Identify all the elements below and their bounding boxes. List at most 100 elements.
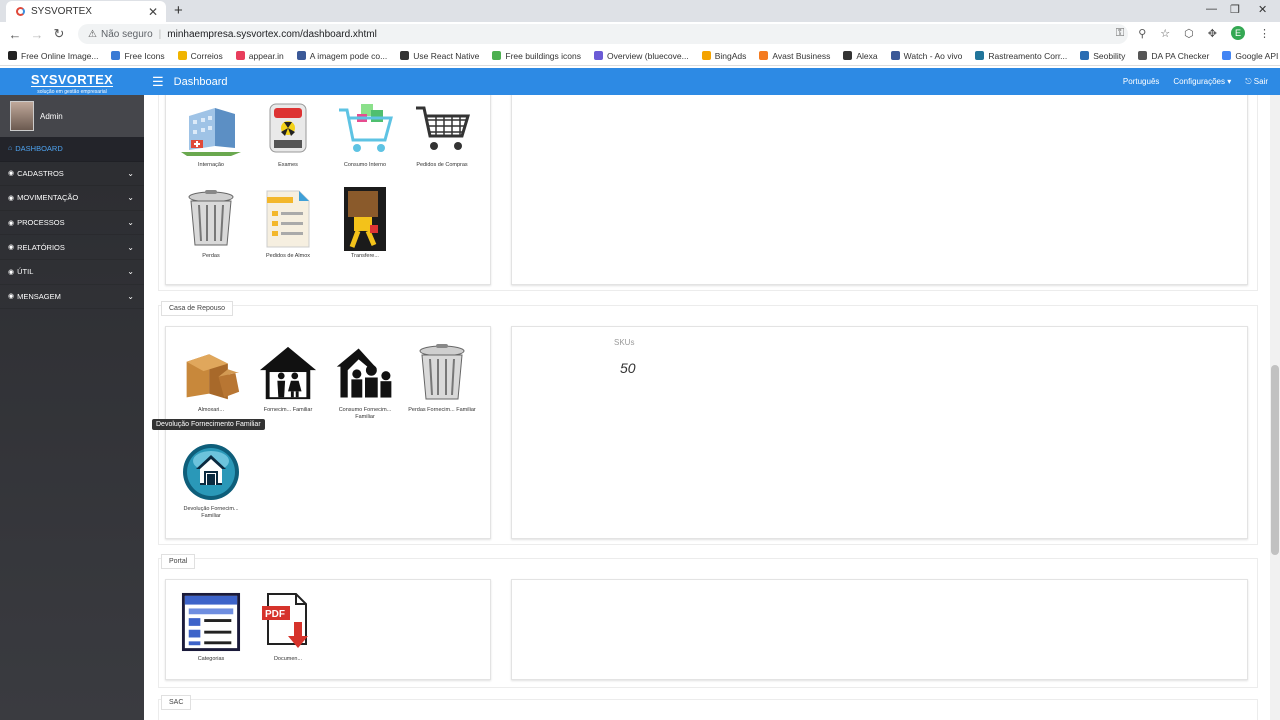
bookmark-item[interactable]: Seobility [1080,51,1125,61]
tile-label: Transfere... [351,253,379,259]
bookmark-item[interactable]: Alexa [843,51,878,61]
favicon-icon [16,7,25,16]
bookmark-label: Watch - Ao vivo [903,50,963,61]
app-logo[interactable]: SYSVORTEX solução em gestão empresarial [0,68,144,95]
trash-can-icon [412,343,472,403]
bookmark-item[interactable]: Overview (bluecove... [594,51,689,61]
more-menu-icon[interactable]: ⋮ [1259,27,1270,40]
kpi-value: 50 [620,360,636,376]
document-icon [258,189,318,249]
user-name: Admin [40,111,63,121]
language-selector[interactable]: Português [1123,77,1159,87]
bookmarks-bar: Free Online Image... Free Icons Correios ap… [0,46,1280,66]
shortcut-tile[interactable]: Perdas Fornecim... Familiar [407,343,477,414]
forward-icon[interactable]: → [26,27,48,42]
sidebar-item-mensagem[interactable]: ◉ MENSAGEM ⌄ [0,285,144,310]
settings-menu[interactable]: Configurações ▾ [1173,77,1231,87]
new-tab-icon[interactable]: + [174,2,183,19]
hospital-icon [181,98,241,158]
sidebar-item-processos[interactable]: ◉ PROCESSOS ⌄ [0,211,144,236]
tile-label: Almoxari... [198,407,224,413]
shortcut-tile[interactable]: Devolução Fornecim... Familiar [176,442,246,519]
profile-avatar[interactable]: E [1231,26,1245,40]
hamburger-menu-icon[interactable]: ☰ [152,74,164,90]
bookmark-item[interactable]: Avast Business [759,51,830,61]
window-close-icon[interactable]: ✕ [1258,3,1267,16]
bookmark-favicon-icon [400,51,410,60]
bookmark-label: Seobility [1093,50,1126,61]
bookmark-favicon-icon [701,51,711,60]
logout-link[interactable]: ⎋ Sair [1245,77,1268,87]
browser-tab[interactable]: SYSVORTEX ✕ [6,1,166,22]
bookmark-item[interactable]: Free Online Image... [8,51,98,61]
zoom-icon[interactable]: ⚲ [1138,27,1146,40]
shortcuts-panel: Internação Exames Consumo Interno Pedidos d… [165,95,491,285]
chevron-down-icon: ⌄ [127,242,134,252]
shortcut-tile[interactable]: PDF Documen... [253,592,323,663]
key-icon[interactable]: ⚿ [1116,27,1124,40]
extension-icon[interactable]: ⬡ [1184,27,1194,40]
bookmark-item[interactable]: A imagem pode co... [296,50,388,61]
bookmark-label: A imagem pode co... [309,50,388,61]
url-text: minhaempresa.sysvortex.com/dashboard.xht… [167,28,377,40]
bookmark-item[interactable]: Free buildings icons [492,51,581,61]
shortcut-tile[interactable]: Pedidos de Almox [253,189,323,260]
scrollbar-thumb[interactable] [1271,365,1279,555]
bookmark-item[interactable]: BingAds [701,50,747,61]
puzzle-icon[interactable]: ✥ [1208,27,1217,40]
shortcut-tile[interactable]: Exames [253,98,323,169]
shortcuts-panel: Categorias PDF Documen... [165,579,491,680]
bookmark-item[interactable]: appear.in [235,51,284,61]
bookmark-favicon-icon [843,51,853,60]
star-icon[interactable]: ☆ [1160,27,1170,40]
warning-icon: ⚠ [88,28,97,40]
boxes-icon [181,343,241,403]
sidebar-item-dashboard[interactable]: ⌂ DASHBOARD [0,137,144,162]
bookmark-favicon-icon [890,51,900,60]
tile-label: Documen... [273,656,303,662]
bookmark-item[interactable]: Correios [177,51,223,61]
bookmark-item[interactable]: Watch - Ao vivo [890,50,963,61]
shortcut-tile[interactable]: Consumo Fornecim... Familiar [330,343,400,420]
sidebar-item-relatórios[interactable]: ◉ RELATÓRIOS ⌄ [0,235,144,260]
sidebar-item-movimentação[interactable]: ◉ MOVIMENTAÇÃO ⌄ [0,186,144,211]
kpi-panel: SKUs 50 [511,326,1248,539]
shortcut-tile[interactable]: Fornecim... Familiar [253,343,323,414]
bookmark-favicon-icon [111,51,121,60]
sidebar-item-útil[interactable]: ◉ ÚTIL ⌄ [0,260,144,285]
bookmark-favicon-icon [1138,51,1148,60]
tile-label: Internação [198,162,224,168]
chevron-down-icon: ⌄ [127,291,134,301]
bookmark-favicon-icon [177,51,187,60]
bookmark-item[interactable]: DA PA Checker [1138,51,1209,61]
address-bar[interactable]: ⚠ Não seguro | minhaempresa.sysvortex.co… [78,24,1128,44]
shortcut-tile[interactable]: Consumo Interno [330,98,400,169]
bookmark-item[interactable]: Use React Native [400,51,479,61]
section-label-portal: Portal [161,554,196,569]
sidebar-item-cadastros[interactable]: ◉ CADASTROS ⌄ [0,162,144,187]
close-tab-icon[interactable]: ✕ [148,5,158,19]
minimize-icon[interactable]: — [1206,3,1217,15]
restore-icon[interactable]: ❐ [1230,3,1240,16]
bookmark-item[interactable]: Rastreamento Corr... [975,51,1067,61]
bookmark-label: Free buildings icons [505,50,581,61]
reload-icon[interactable]: ↻ [48,26,70,42]
bookmark-label: BingAds [714,50,747,61]
scrollbar[interactable] [1270,95,1280,720]
sidebar-item-label: DASHBOARD [15,144,63,154]
shopping-cart-icon [335,98,395,158]
bookmark-item[interactable]: Free Icons [111,51,165,61]
shortcut-tile[interactable]: Categorias [176,592,246,663]
shortcut-tile[interactable]: Pedidos de Compras [407,98,477,169]
tile-label: Pedidos de Almox [265,253,311,259]
bookmark-item[interactable]: Google API [1222,51,1278,61]
home-icon: ⌂ [8,145,13,153]
shortcut-tile[interactable]: Transfere... [330,187,400,260]
shortcut-tile[interactable]: Internação [176,98,246,169]
back-icon[interactable]: ← [4,27,26,42]
svg-text:PDF: PDF [265,609,285,620]
shortcut-tile[interactable]: Perdas [176,189,246,260]
bookmark-label: Rastreamento Corr... [988,50,1068,61]
shortcut-tile[interactable]: Almoxari... [176,343,246,414]
bookmark-favicon-icon [594,51,603,60]
